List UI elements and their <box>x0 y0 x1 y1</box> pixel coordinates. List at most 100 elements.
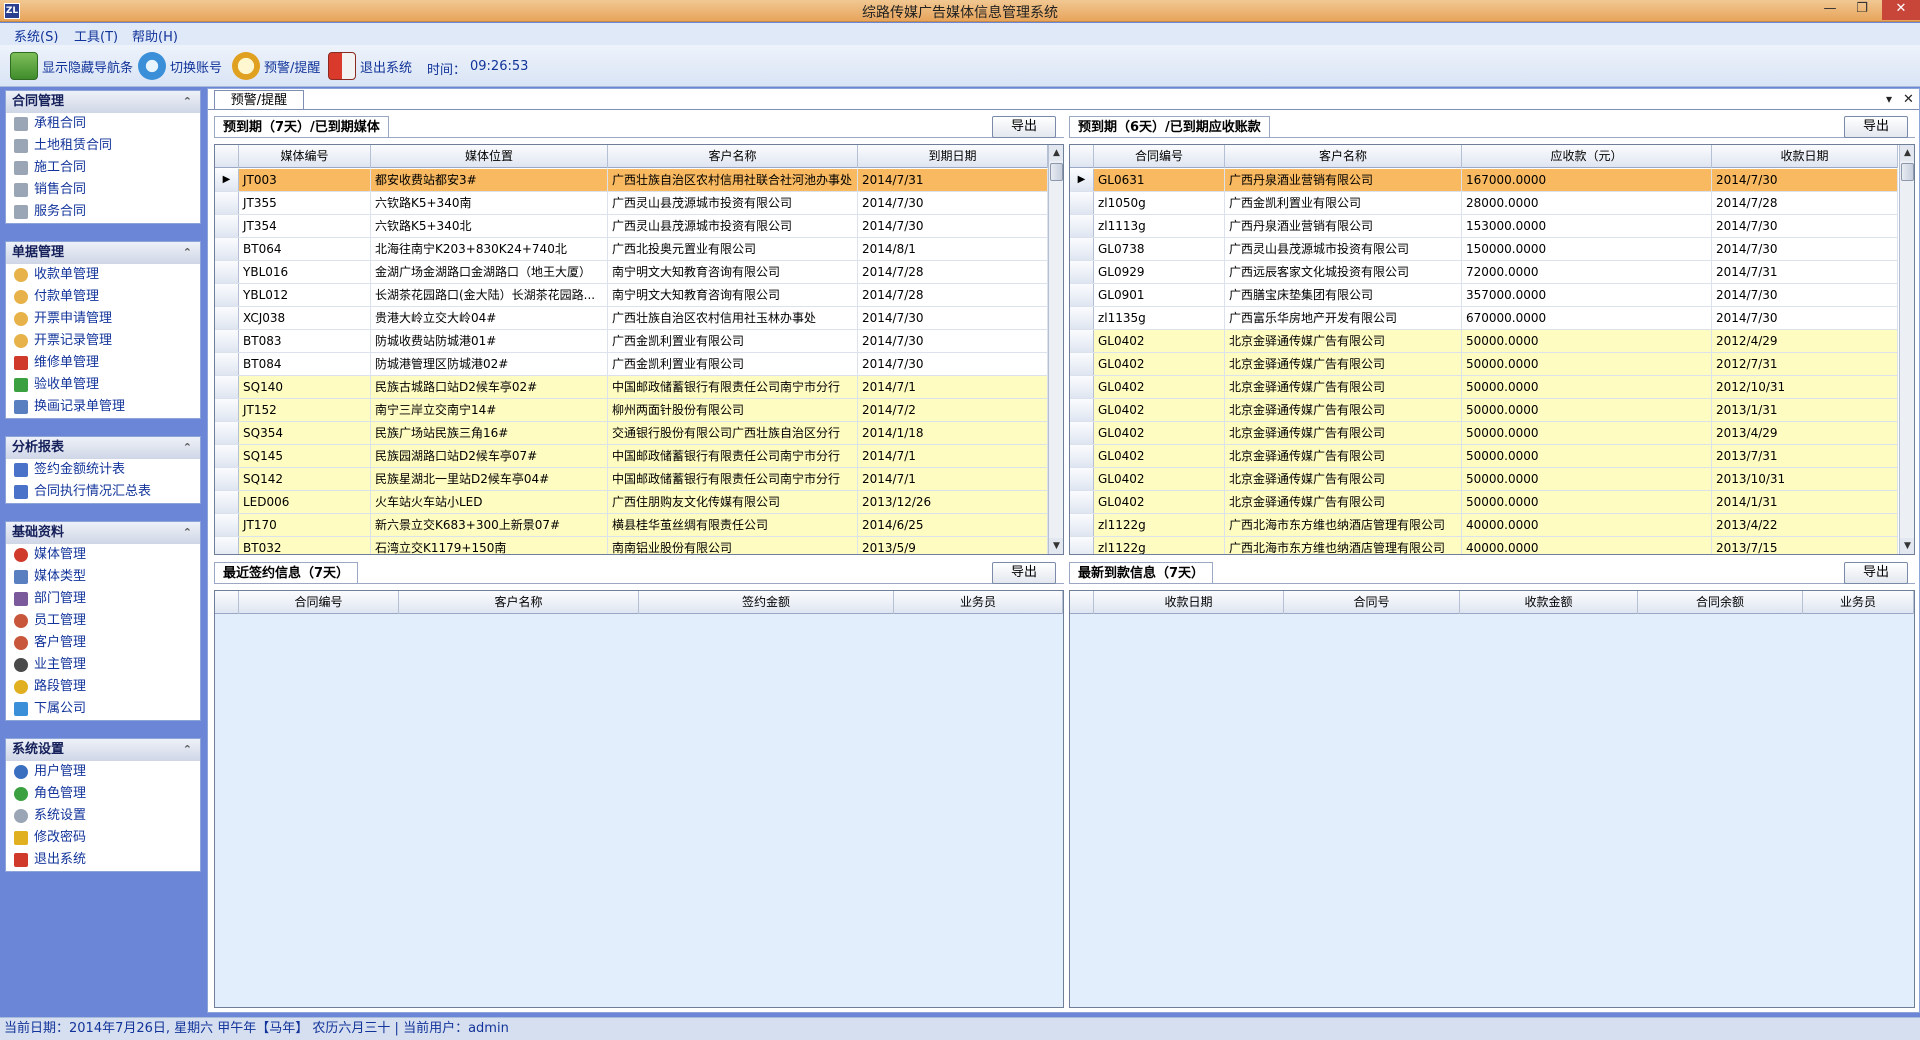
table-row[interactable]: GL0402 北京金驿通传媒广告有限公司 50000.0000 2012/7/31 <box>1070 353 1898 376</box>
nav-item-media[interactable]: 媒体管理 <box>6 544 200 566</box>
receivables-grid-scrollbar[interactable]: ▲ ▼ <box>1899 145 1914 554</box>
nav-panel-header[interactable]: 合同管理 ⌃ <box>6 91 200 113</box>
nav-item-acceptance[interactable]: 验收单管理 <box>6 374 200 396</box>
table-row[interactable]: BT032 石湾立交K1179+150南 南南铝业股份有限公司 2013/5/9 <box>215 537 1048 554</box>
export-media-button[interactable]: 导出 <box>992 116 1056 138</box>
table-row[interactable]: GL0402 北京金驿通传媒广告有限公司 50000.0000 2012/10/31 <box>1070 376 1898 399</box>
table-row[interactable]: GL0738 广西灵山县茂源城市投资有限公司 150000.0000 2014/7/3… <box>1070 238 1898 261</box>
col-contract-id[interactable]: 合同编号 <box>239 591 399 614</box>
table-row[interactable]: JT170 新六景立交K683+300上新景07# 横县桂华茧丝绸有限责任公司 201… <box>215 514 1048 537</box>
scroll-down-icon[interactable]: ▼ <box>1900 538 1914 554</box>
alert-reminder-button[interactable]: 预警/提醒 <box>232 51 320 81</box>
collapse-icon[interactable]: ⌃ <box>183 242 192 264</box>
col-salesperson[interactable]: 业务员 <box>894 591 1063 614</box>
export-payments-button[interactable]: 导出 <box>1844 562 1908 584</box>
table-row[interactable]: GL0402 北京金驿通传媒广告有限公司 50000.0000 2014/1/31 <box>1070 491 1898 514</box>
scroll-up-icon[interactable]: ▲ <box>1049 145 1063 161</box>
minimize-icon[interactable]: — <box>1816 0 1844 20</box>
nav-item-users[interactable]: 用户管理 <box>6 761 200 783</box>
nav-item-roles[interactable]: 角色管理 <box>6 783 200 805</box>
recent-payments-title[interactable]: 最新到款信息（7天） <box>1069 562 1214 584</box>
table-row[interactable]: ▶ GL0631 广西丹泉酒业营销有限公司 167000.0000 2014/7/30 <box>1070 169 1898 192</box>
switch-account-button[interactable]: 切换账号 <box>138 51 222 81</box>
export-receivables-button[interactable]: 导出 <box>1844 116 1908 138</box>
table-row[interactable]: SQ354 民族广场站民族三角16# 交通银行股份有限公司广西壮族自治区分行 2014… <box>215 422 1048 445</box>
table-row[interactable]: zl1113g 广西丹泉酒业营销有限公司 153000.0000 2014/7/30 <box>1070 215 1898 238</box>
table-row[interactable]: GL0402 北京金驿通传媒广告有限公司 50000.0000 2013/1/31 <box>1070 399 1898 422</box>
scroll-up-icon[interactable]: ▲ <box>1900 145 1914 161</box>
collapse-icon[interactable]: ⌃ <box>183 91 192 113</box>
col-contract-id[interactable]: 合同编号 <box>1094 145 1225 168</box>
table-row[interactable]: GL0929 广西远辰客家文化城投资有限公司 72000.0000 2014/7/31 <box>1070 261 1898 284</box>
tab-list-dropdown-icon[interactable]: ▾ <box>1886 92 1892 106</box>
close-window-icon[interactable]: ✕ <box>1882 0 1920 20</box>
recent-contracts-title[interactable]: 最近签约信息（7天） <box>214 562 359 584</box>
expiring-media-title[interactable]: 预到期（7天）/已到期媒体 <box>214 116 389 138</box>
table-row[interactable]: BT083 防城收费站防城港01# 广西金凯利置业有限公司 2014/7/30 <box>215 330 1048 353</box>
nav-item-construction-contract[interactable]: 施工合同 <box>6 157 200 179</box>
scroll-thumb[interactable] <box>1050 163 1063 181</box>
col-payment-amount[interactable]: 收款金额 <box>1460 591 1638 614</box>
nav-item-repaint-record[interactable]: 换画记录单管理 <box>6 396 200 418</box>
table-row[interactable]: JT354 六钦路K5+340北 广西灵山县茂源城市投资有限公司 2014/7/30 <box>215 215 1048 238</box>
nav-item-land-lease-contract[interactable]: 土地租赁合同 <box>6 135 200 157</box>
nav-item-service-contract[interactable]: 服务合同 <box>6 201 200 223</box>
receivables-title[interactable]: 预到期（6天）/已到期应收账款 <box>1069 116 1270 138</box>
nav-item-employee[interactable]: 员工管理 <box>6 610 200 632</box>
nav-item-system-settings[interactable]: 系统设置 <box>6 805 200 827</box>
nav-item-owner[interactable]: 业主管理 <box>6 654 200 676</box>
nav-panel-header[interactable]: 分析报表 ⌃ <box>6 437 200 459</box>
table-row[interactable]: zl1050g 广西金凯利置业有限公司 28000.0000 2014/7/28 <box>1070 192 1898 215</box>
col-salesperson[interactable]: 业务员 <box>1803 591 1914 614</box>
table-row[interactable]: LED006 火车站火车站小LED 广西住朋购友文化传媒有限公司 2013/12/26 <box>215 491 1048 514</box>
table-row[interactable]: YBL016 金湖广场金湖路口金湖路口（地王大厦） 南宁明文大知教育咨询有限公司 20… <box>215 261 1048 284</box>
table-row[interactable]: JT152 南宁三岸立交南宁14# 柳州两面针股份有限公司 2014/7/2 <box>215 399 1048 422</box>
nav-item-receipt[interactable]: 收款单管理 <box>6 264 200 286</box>
table-row[interactable]: YBL012 长湖茶花园路口(金大陆）长湖茶花园路... 南宁明文大知教育咨询有限公… <box>215 284 1048 307</box>
col-contract-no[interactable]: 合同号 <box>1284 591 1460 614</box>
table-row[interactable]: zl1135g 广西富乐华房地产开发有限公司 670000.0000 2014/7/3… <box>1070 307 1898 330</box>
col-signing-amount[interactable]: 签约金额 <box>639 591 894 614</box>
table-row[interactable]: BT064 北海往南宁K203+830K24+740北 广西北投奥元置业有限公司 20… <box>215 238 1048 261</box>
menu-help[interactable]: 帮助(H) <box>132 26 178 45</box>
table-row[interactable]: JT355 六钦路K5+340南 广西灵山县茂源城市投资有限公司 2014/7/30 <box>215 192 1048 215</box>
table-row[interactable]: GL0402 北京金驿通传媒广告有限公司 50000.0000 2013/10/31 <box>1070 468 1898 491</box>
col-customer-name[interactable]: 客户名称 <box>608 145 858 168</box>
menu-system[interactable]: 系统(S) <box>14 26 58 45</box>
col-media-id[interactable]: 媒体编号 <box>239 145 371 168</box>
col-payment-date[interactable]: 收款日期 <box>1094 591 1284 614</box>
export-contracts-button[interactable]: 导出 <box>992 562 1056 584</box>
nav-item-department[interactable]: 部门管理 <box>6 588 200 610</box>
table-row[interactable]: SQ140 民族古城路口站D2候车亭02# 中国邮政储蓄银行有限责任公司南宁市分行 2… <box>215 376 1048 399</box>
table-row[interactable]: GL0402 北京金驿通传媒广告有限公司 50000.0000 2013/7/31 <box>1070 445 1898 468</box>
table-row[interactable]: SQ145 民族园湖路口站D2候车亭07# 中国邮政储蓄银行有限责任公司南宁市分行 2… <box>215 445 1048 468</box>
media-grid-scrollbar[interactable]: ▲ ▼ <box>1048 145 1063 554</box>
toggle-nav-button[interactable]: 显示隐藏导航条 <box>10 51 133 81</box>
col-amount-due[interactable]: 应收款（元） <box>1462 145 1712 168</box>
nav-item-sales-contract[interactable]: 销售合同 <box>6 179 200 201</box>
nav-item-lease-contract[interactable]: 承租合同 <box>6 113 200 135</box>
table-row[interactable]: GL0901 广西膳宝床垫集团有限公司 357000.0000 2014/7/30 <box>1070 284 1898 307</box>
nav-item-subsidiary[interactable]: 下属公司 <box>6 698 200 720</box>
col-customer-name[interactable]: 客户名称 <box>1225 145 1462 168</box>
col-collection-date[interactable]: 收款日期 <box>1712 145 1898 168</box>
nav-item-media-type[interactable]: 媒体类型 <box>6 566 200 588</box>
nav-item-road[interactable]: 路段管理 <box>6 676 200 698</box>
collapse-icon[interactable]: ⌃ <box>183 522 192 544</box>
nav-panel-header[interactable]: 基础资料 ⌃ <box>6 522 200 544</box>
table-row[interactable]: XCJ038 贵港大岭立交大岭04# 广西壮族自治区农村信用社玉林办事处 2014/7… <box>215 307 1048 330</box>
col-expiry-date[interactable]: 到期日期 <box>858 145 1048 168</box>
nav-item-invoice-record[interactable]: 开票记录管理 <box>6 330 200 352</box>
nav-panel-header[interactable]: 系统设置 ⌃ <box>6 739 200 761</box>
nav-item-signing-stats[interactable]: 签约金额统计表 <box>6 459 200 481</box>
nav-item-invoice-request[interactable]: 开票申请管理 <box>6 308 200 330</box>
table-row[interactable]: BT084 防城港管理区防城港02# 广西金凯利置业有限公司 2014/7/30 <box>215 353 1048 376</box>
nav-item-payment[interactable]: 付款单管理 <box>6 286 200 308</box>
scroll-thumb[interactable] <box>1901 163 1914 181</box>
scroll-down-icon[interactable]: ▼ <box>1049 538 1063 554</box>
restore-icon[interactable]: ❐ <box>1848 0 1876 20</box>
table-row[interactable]: SQ142 民族星湖北一里站D2候车亭04# 中国邮政储蓄银行有限责任公司南宁市分行… <box>215 468 1048 491</box>
tab-alert-reminder[interactable]: 预警/提醒 <box>214 90 304 110</box>
col-contract-balance[interactable]: 合同余额 <box>1638 591 1803 614</box>
collapse-icon[interactable]: ⌃ <box>183 437 192 459</box>
